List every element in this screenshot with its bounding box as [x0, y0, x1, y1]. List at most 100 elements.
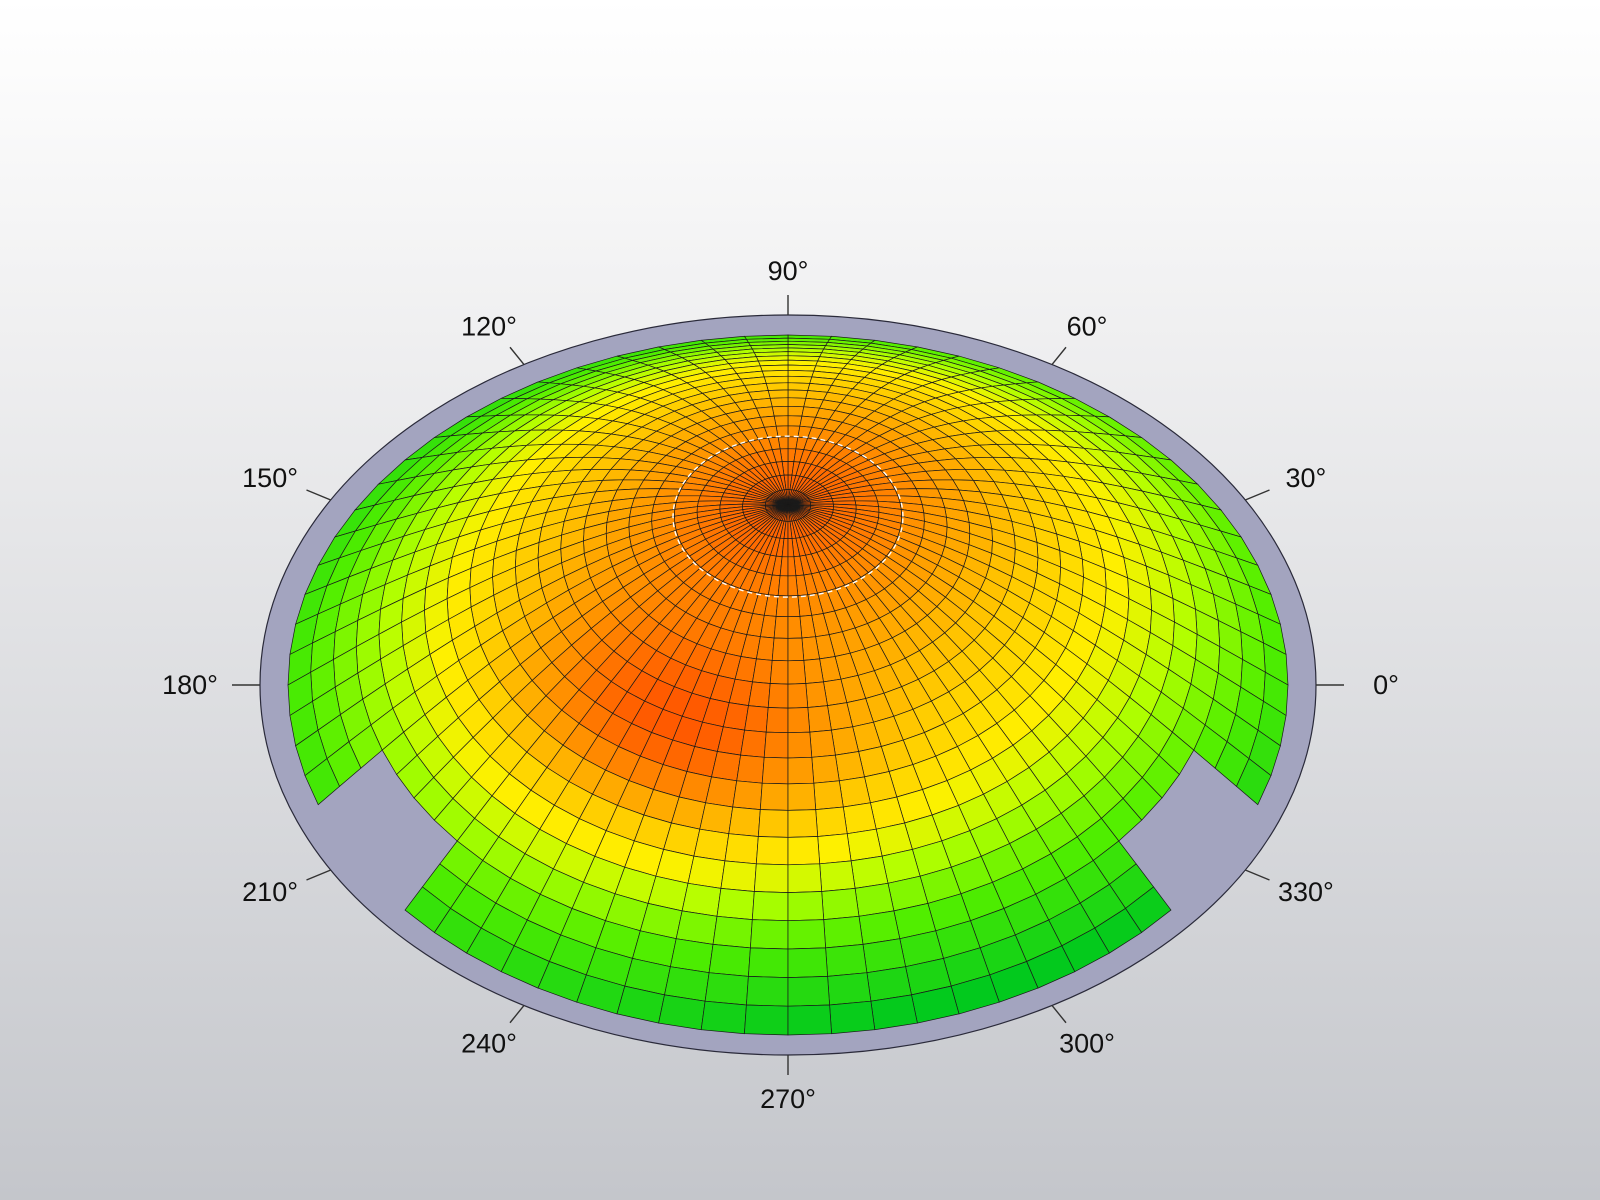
- dome-cell: [698, 495, 723, 502]
- dome-cell: [825, 944, 868, 977]
- dome-cell: [817, 833, 852, 865]
- dome-cell: [787, 616, 803, 639]
- dome-cell: [761, 756, 789, 785]
- dome-cell: [693, 828, 730, 862]
- dome-cell: [787, 382, 811, 391]
- azimuth-tick: [1051, 1004, 1067, 1024]
- dome-cell: [787, 375, 813, 384]
- dome-cell: [765, 707, 789, 734]
- azimuth-tick: [306, 869, 332, 881]
- dome-cell: [699, 802, 734, 835]
- dome-cell: [767, 389, 789, 399]
- dome-cell: [748, 681, 771, 708]
- dome-cell: [787, 369, 815, 378]
- dome-cell: [787, 397, 807, 408]
- azimuth-label: 240°: [461, 1029, 517, 1059]
- dome-cell: [821, 888, 860, 920]
- azimuth-label: 330°: [1278, 877, 1334, 907]
- dome-cell: [736, 754, 765, 784]
- dome-cell: [807, 705, 832, 733]
- azimuth-label: 270°: [760, 1084, 816, 1114]
- azimuth-label: 60°: [1067, 312, 1108, 342]
- dome-cell: [787, 637, 805, 662]
- dome-cell: [751, 891, 789, 922]
- dome-cell: [708, 944, 751, 977]
- azimuth-label: 120°: [461, 312, 517, 342]
- dome-cell: [705, 776, 738, 808]
- dome-cell: [752, 658, 773, 684]
- dome-cell: [740, 729, 767, 758]
- azimuth-tick: [509, 1004, 525, 1024]
- dome-cell: [687, 855, 726, 889]
- dome-cell: [750, 919, 789, 950]
- dome-cell: [755, 836, 789, 866]
- dome-cell: [728, 806, 761, 837]
- dome-cell: [787, 782, 817, 811]
- dome-cell: [829, 1000, 876, 1035]
- dome-cell: [767, 683, 789, 709]
- dome-cell: [763, 375, 789, 384]
- dome-cell: [787, 1004, 832, 1036]
- dome-cell: [777, 575, 789, 597]
- dome-cell: [787, 976, 830, 1007]
- dome-cell: [823, 915, 864, 949]
- dome-cell: [744, 705, 769, 733]
- dome-cell: [761, 369, 789, 378]
- dome-cell: [769, 397, 789, 408]
- dome-cell: [744, 1004, 789, 1036]
- dome-cell: [853, 495, 878, 502]
- dome-cell: [787, 863, 823, 893]
- azimuth-tick: [509, 346, 525, 366]
- azimuth-label: 210°: [242, 877, 298, 907]
- dome-cell: [704, 972, 749, 1006]
- dome-cell: [773, 415, 789, 427]
- dome-cell: [753, 863, 789, 893]
- azimuth-label: 90°: [768, 256, 809, 286]
- dome-cell: [811, 754, 840, 784]
- dome-cell: [771, 405, 789, 417]
- dome-cell: [787, 809, 819, 838]
- dome-cell: [787, 683, 809, 709]
- dome-cell: [787, 919, 826, 950]
- dome-cell: [787, 415, 803, 427]
- dome-cell: [787, 595, 801, 618]
- dome-cell: [681, 882, 722, 917]
- dome-cell: [813, 780, 844, 810]
- azimuth-tick: [1244, 869, 1270, 881]
- dome-cell: [838, 776, 871, 808]
- dome-cell: [787, 891, 825, 922]
- dome-cell: [759, 782, 789, 811]
- dome-cell: [854, 882, 895, 917]
- dome-cell: [872, 488, 899, 497]
- dome-cell: [787, 660, 807, 685]
- dome-cell: [757, 809, 789, 838]
- dome-cell: [712, 915, 753, 949]
- azimuth-label: 0°: [1373, 670, 1399, 700]
- dome-cell: [787, 707, 811, 734]
- dome-cell: [655, 488, 682, 497]
- dome-cell: [819, 860, 856, 892]
- plot-viewport[interactable]: 0° 30° 60° 90° 120° 150° 180° 210° 240° 270° 300° 3…: [0, 0, 1600, 1200]
- dome-cell: [658, 994, 706, 1031]
- dome-cell: [787, 756, 815, 785]
- azimuth-label: 180°: [162, 670, 218, 700]
- dome-cell: [765, 382, 789, 391]
- dome-cell: [732, 780, 763, 810]
- dome-cell: [787, 731, 813, 759]
- dome-cell: [769, 660, 789, 685]
- dome-cell: [787, 575, 799, 597]
- azimuth-label: 150°: [242, 463, 298, 493]
- azimuth-tick: [1051, 346, 1067, 366]
- dome-cell: [720, 860, 757, 892]
- azimuth-label: 30°: [1285, 463, 1326, 493]
- azimuth-tick: [1244, 489, 1270, 501]
- dome-cell: [771, 637, 789, 662]
- dome-cell: [787, 405, 805, 417]
- dome-cell: [746, 976, 789, 1007]
- dome-cell: [850, 855, 889, 889]
- dome-cell: [842, 802, 877, 835]
- dome-cell: [763, 731, 789, 759]
- dome-cell: [870, 994, 918, 1031]
- dome-cell: [809, 729, 836, 758]
- dome-cell: [787, 389, 809, 399]
